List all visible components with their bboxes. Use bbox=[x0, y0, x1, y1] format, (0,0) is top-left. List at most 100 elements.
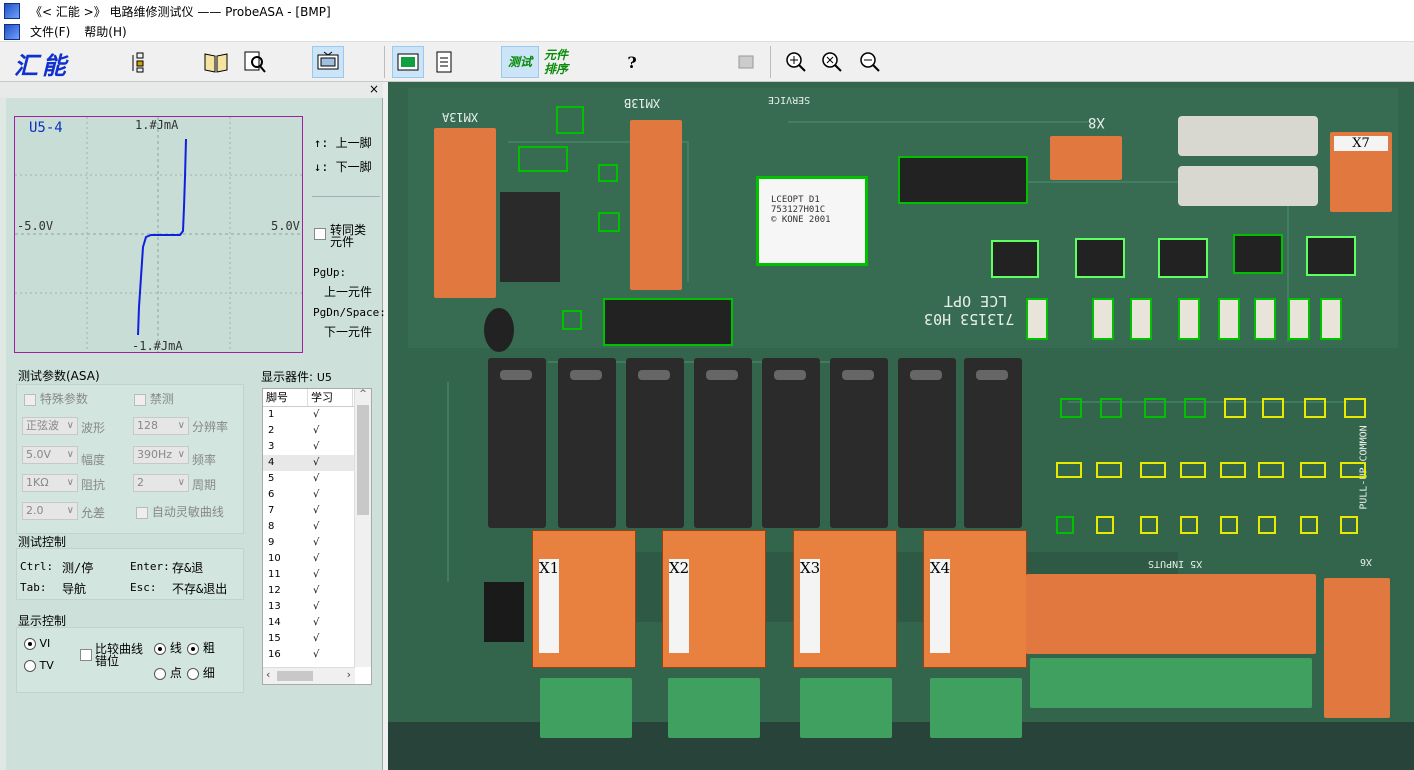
monitor-button[interactable] bbox=[312, 46, 344, 78]
component-tree-button[interactable] bbox=[124, 46, 156, 78]
period-select[interactable]: 2 ∨ bbox=[133, 474, 189, 492]
resistor-marker[interactable] bbox=[1178, 298, 1200, 340]
resistor-marker[interactable] bbox=[1288, 298, 1310, 340]
diode-marker[interactable] bbox=[1300, 516, 1318, 534]
diode-marker[interactable] bbox=[1180, 516, 1198, 534]
app-menu-icon[interactable] bbox=[4, 23, 20, 40]
pin-learn-status: √ bbox=[313, 553, 320, 564]
same-type-checkbox[interactable]: 转同类 元件 bbox=[314, 224, 366, 248]
resistor-marker[interactable] bbox=[1130, 298, 1152, 340]
resistor-marker[interactable] bbox=[1096, 462, 1122, 478]
amplitude-select[interactable]: 5.0V ∨ bbox=[22, 446, 78, 464]
scroll-left-icon[interactable]: ‹ bbox=[266, 668, 270, 681]
dot-radio[interactable]: 点 bbox=[154, 664, 182, 681]
image-icon bbox=[738, 55, 754, 69]
menu-help[interactable]: 帮助(H) bbox=[84, 23, 126, 40]
test-button[interactable]: 测试 bbox=[501, 46, 539, 78]
ic-d11 bbox=[991, 240, 1039, 278]
scroll-up-icon[interactable]: ^ bbox=[355, 389, 371, 399]
pin-table[interactable]: 脚号 学习 1 √ 2 √ 3 √ 4 √ 5 √ 6 √ 7 √ 8 √ 9 √ 10 √ 11 √ 12 √ 13 √ 14 √ 1… bbox=[262, 388, 372, 685]
terminal-x4 bbox=[930, 678, 1022, 738]
disabled-button[interactable] bbox=[730, 46, 762, 78]
label-x7: X7 bbox=[1334, 136, 1388, 151]
special-params-checkbox[interactable]: 特殊参数 bbox=[24, 390, 88, 407]
test-mode-button[interactable] bbox=[392, 46, 424, 78]
relay-1 bbox=[488, 358, 546, 528]
diode-marker[interactable] bbox=[1220, 516, 1238, 534]
pin-learn-status: √ bbox=[313, 569, 320, 580]
pin-number: 3 bbox=[268, 441, 275, 452]
diode-marker[interactable] bbox=[1140, 516, 1158, 534]
zoom-fit-button[interactable] bbox=[816, 46, 848, 78]
book-button[interactable] bbox=[200, 46, 232, 78]
resistor-marker[interactable] bbox=[1304, 398, 1326, 418]
resistor-marker[interactable] bbox=[1056, 462, 1082, 478]
resistor-marker[interactable] bbox=[1224, 398, 1246, 418]
resistor-marker[interactable] bbox=[1092, 298, 1114, 340]
document-button[interactable] bbox=[428, 46, 460, 78]
marker-component[interactable] bbox=[598, 212, 620, 232]
header-learn[interactable]: 学习 bbox=[308, 389, 353, 406]
resistor-marker[interactable] bbox=[1300, 462, 1326, 478]
resistor-marker[interactable] bbox=[1218, 298, 1240, 340]
diode-marker[interactable] bbox=[1096, 516, 1114, 534]
resistor-marker[interactable] bbox=[1100, 398, 1122, 418]
resistor-marker[interactable] bbox=[1340, 462, 1366, 478]
same-type-box[interactable] bbox=[314, 228, 326, 240]
zoom-out-button[interactable] bbox=[854, 46, 886, 78]
thick-radio[interactable]: 粗 bbox=[187, 639, 215, 656]
vertical-scrollbar[interactable]: ^ bbox=[354, 389, 371, 667]
waveform-select[interactable]: 正弦波 ∨ bbox=[22, 417, 78, 435]
resistor-marker[interactable] bbox=[1254, 298, 1276, 340]
sort-components-button[interactable]: 元件 排序 bbox=[544, 48, 568, 76]
line-radio[interactable]: 线 bbox=[154, 639, 182, 656]
marker-component[interactable] bbox=[562, 310, 582, 330]
resistor-marker[interactable] bbox=[1144, 398, 1166, 418]
chevron-down-icon: ∨ bbox=[177, 449, 185, 460]
resistor-marker[interactable] bbox=[1344, 398, 1366, 418]
resistor-marker[interactable] bbox=[1140, 462, 1166, 478]
frequency-select[interactable]: 390Hz ∨ bbox=[133, 446, 189, 464]
circuit-board-image[interactable]: XM13A XM13B SERVICE LCEOPT D1 753127H01C… bbox=[388, 82, 1414, 770]
resistor-marker[interactable] bbox=[1258, 462, 1284, 478]
diode-marker[interactable] bbox=[1340, 516, 1358, 534]
resistor-marker[interactable] bbox=[1184, 398, 1206, 418]
zoom-out-icon bbox=[860, 52, 880, 72]
scroll-right-icon[interactable]: › bbox=[347, 668, 351, 681]
resolution-select[interactable]: 128 ∨ bbox=[133, 417, 189, 435]
compare-checkbox[interactable]: 比较曲线 错位 bbox=[80, 643, 143, 667]
diode-marker[interactable] bbox=[1258, 516, 1276, 534]
impedance-select[interactable]: 1KΩ ∨ bbox=[22, 474, 78, 492]
diode-marker[interactable] bbox=[1056, 516, 1074, 534]
tv-radio[interactable]: TV bbox=[24, 659, 54, 672]
hscroll-thumb[interactable] bbox=[277, 671, 313, 681]
help-button[interactable]: ? bbox=[616, 46, 648, 78]
vi-radio[interactable]: VI bbox=[24, 637, 50, 650]
resistor-marker[interactable] bbox=[1180, 462, 1206, 478]
tolerance-value: 2.0 bbox=[26, 504, 44, 517]
marker-component[interactable] bbox=[556, 106, 584, 134]
resistor-marker[interactable] bbox=[1320, 298, 1342, 340]
tolerance-select[interactable]: 2.0 ∨ bbox=[22, 502, 78, 520]
scroll-thumb[interactable] bbox=[357, 405, 369, 515]
close-panel-icon[interactable]: × bbox=[369, 82, 379, 96]
vi-curve-trace bbox=[137, 138, 187, 336]
resistor-marker[interactable] bbox=[1262, 398, 1284, 418]
resistor-marker[interactable] bbox=[1026, 298, 1048, 340]
thin-radio[interactable]: 细 bbox=[187, 664, 215, 681]
disable-test-checkbox[interactable]: 禁测 bbox=[134, 390, 174, 407]
search-doc-button[interactable] bbox=[238, 46, 270, 78]
resistor-marker[interactable] bbox=[1060, 398, 1082, 418]
header-pin[interactable]: 脚号 bbox=[263, 389, 308, 406]
auto-curve-checkbox[interactable]: 自动灵敏曲线 bbox=[136, 503, 224, 520]
relay-2 bbox=[558, 358, 616, 528]
resistor-marker[interactable] bbox=[1220, 462, 1246, 478]
impedance-label: 阻抗 bbox=[81, 478, 106, 492]
marker-component[interactable] bbox=[518, 146, 568, 172]
relay-3 bbox=[626, 358, 684, 528]
menu-file[interactable]: 文件(F) bbox=[30, 23, 70, 40]
horizontal-scrollbar[interactable]: ‹ › bbox=[263, 667, 355, 684]
zoom-in-button[interactable] bbox=[780, 46, 812, 78]
marker-component[interactable] bbox=[598, 164, 618, 182]
document-icon bbox=[436, 51, 452, 73]
